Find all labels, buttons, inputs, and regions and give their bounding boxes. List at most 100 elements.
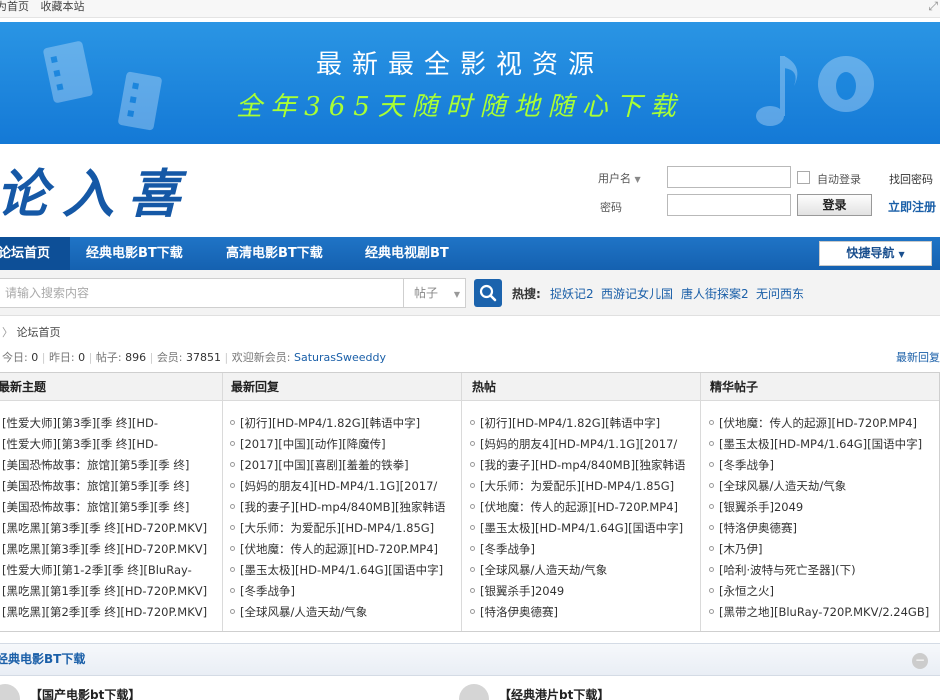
nav-tab-forum-home[interactable]: 论坛首页	[0, 237, 70, 270]
list-item[interactable]: [墨玉太极][HD-MP4/1.64G][国语中字]	[470, 518, 698, 539]
quick-nav-button[interactable]: 快捷导航 ▼	[819, 241, 932, 266]
search-input[interactable]: 请输入搜索内容	[0, 278, 404, 308]
list-item[interactable]: [冬季战争]	[230, 581, 458, 602]
list-item[interactable]: [我的妻子][HD-mp4/840MB][独家韩语	[230, 497, 458, 518]
list-item[interactable]: [黑吃黑][第3季][季 终][HD-720P.MKV]	[2, 539, 220, 560]
list-item[interactable]: [银翼杀手]2049	[709, 497, 937, 518]
search-button[interactable]	[474, 279, 502, 307]
portal-block: 最新主题 最新回复 热帖 精华帖子 [性爱大师][第3季][季 终][HD- […	[0, 372, 940, 632]
forum-icon[interactable]	[0, 684, 20, 700]
list-item[interactable]: [大乐师：为爱配乐][HD-MP4/1.85G]	[230, 518, 458, 539]
find-password-link[interactable]: 找回密码	[889, 171, 933, 187]
chevron-down-icon: ▼	[898, 250, 905, 259]
auto-login-checkbox[interactable]	[797, 171, 810, 184]
list-item[interactable]: [全球风暴/人造天劫/气象	[709, 476, 937, 497]
auto-login-label[interactable]: 自动登录	[817, 171, 861, 187]
list-item[interactable]: [永恒之火]	[709, 581, 937, 602]
username-label[interactable]: 用户名 ▼	[598, 170, 641, 186]
set-home-link[interactable]: 为首页	[0, 0, 29, 13]
chevron-right-icon: 〉	[2, 326, 13, 339]
top-links: 为首页 收藏本站	[0, 0, 93, 14]
list-item[interactable]: [伏地魔：传人的起源][HD-720P.MP4]	[709, 413, 937, 434]
list-item[interactable]: [初行][HD-MP4/1.82G][韩语中字]	[230, 413, 458, 434]
list-item[interactable]: [木乃伊]	[709, 539, 937, 560]
latest-reply-link[interactable]: 最新回复	[896, 349, 940, 365]
hot-search-term[interactable]: 唐人街探案2	[681, 285, 749, 302]
login-button[interactable]: 登录	[797, 194, 872, 216]
nav-tab-classic-tv[interactable]: 经典电视剧BT	[365, 237, 449, 270]
list-item[interactable]: [特洛伊奥德赛]	[709, 518, 937, 539]
list-item[interactable]: [黑吃黑][第1季][季 终][HD-720P.MKV]	[2, 581, 220, 602]
list-item[interactable]: [墨玉太极][HD-MP4/1.64G][国语中字]	[230, 560, 458, 581]
expand-icon[interactable]: ⤢	[928, 0, 938, 12]
list-item[interactable]: [墨玉太极][HD-MP4/1.64G][国语中字]	[709, 434, 937, 455]
latest-topics-list: [性爱大师][第3季][季 终][HD- [性爱大师][第3季][季 终][HD…	[2, 413, 220, 623]
column-divider	[700, 373, 701, 631]
hot-search-term[interactable]: 捉妖记2	[550, 285, 594, 302]
search-icon	[479, 284, 497, 302]
main-nav: 论坛首页 经典电影BT下载 高清电影BT下载 经典电视剧BT	[0, 237, 940, 270]
list-item[interactable]: [妈妈的朋友4][HD-MP4/1.1G][2017/	[230, 476, 458, 497]
forum-link-hk-movies[interactable]: 【经典港片bt下载】	[499, 686, 609, 700]
password-label: 密码	[600, 201, 622, 214]
list-item[interactable]: [伏地魔：传人的起源][HD-720P.MP4]	[470, 497, 698, 518]
bookmark-link[interactable]: 收藏本站	[41, 0, 85, 13]
list-item[interactable]: [2017][中国][动作][降魔传]	[230, 434, 458, 455]
list-item[interactable]: [我的妻子][HD-mp4/840MB][独家韩语	[470, 455, 698, 476]
new-member-link[interactable]: SaturasSweeddy	[294, 351, 386, 364]
list-item[interactable]: [冬季战争]	[470, 539, 698, 560]
list-item[interactable]: [性爱大师][第3季][季 终][HD-	[2, 434, 220, 455]
nav-tab-hd-movies[interactable]: 高清电影BT下载	[226, 237, 323, 270]
list-item[interactable]: [美国恐怖故事：旅馆][第5季][季 终]	[2, 476, 220, 497]
username-input[interactable]	[667, 166, 791, 188]
search-type-select[interactable]: 帖子 ▼	[404, 278, 466, 308]
list-item[interactable]: [黑吃黑][第3季][季 终][HD-720P.MKV]	[2, 518, 220, 539]
list-item[interactable]: [初行][HD-MP4/1.82G][韩语中字]	[470, 413, 698, 434]
list-item[interactable]: [冬季战争]	[709, 455, 937, 476]
list-item[interactable]: [全球风暴/人造天劫/气象	[470, 560, 698, 581]
hot-search-label: 热搜:	[512, 287, 541, 301]
forum-icon[interactable]	[459, 684, 489, 700]
list-item[interactable]: [哈利·波特与死亡圣器](下)	[709, 560, 937, 581]
hot-search-term[interactable]: 西游记女儿国	[601, 285, 673, 302]
list-item[interactable]: [2017][中国][喜剧][羞羞的铁拳]	[230, 455, 458, 476]
banner-subheadline: 全年365天随时随地随心下载	[236, 92, 684, 122]
list-item[interactable]: [性爱大师][第3季][季 终][HD-	[2, 413, 220, 434]
column-header-featured-posts: 精华帖子	[701, 373, 939, 401]
top-bar: 为首页 收藏本站 ⤢	[0, 0, 940, 18]
breadcrumb-home-link[interactable]: 论坛首页	[17, 326, 61, 339]
password-input[interactable]	[667, 194, 791, 216]
list-item[interactable]: [银翼杀手]2049	[470, 581, 698, 602]
column-header-hot-posts: 热帖	[462, 373, 700, 401]
nav-tab-classic-movies[interactable]: 经典电影BT下载	[86, 237, 183, 270]
list-item[interactable]: [美国恐怖故事：旅馆][第5季][季 终]	[2, 497, 220, 518]
banner-headline: 最新最全影视资源	[315, 50, 604, 80]
category-title[interactable]: 经典电影BT下载	[0, 644, 85, 675]
column-divider	[461, 373, 462, 631]
collapse-icon[interactable]: −	[912, 653, 928, 669]
chevron-down-icon: ▼	[634, 175, 641, 184]
column-header-latest-topics: 最新主题	[0, 373, 222, 401]
column-divider	[222, 373, 223, 631]
list-item[interactable]: [性爱大师][第1-2季][季 终][BluRay-	[2, 560, 220, 581]
forum-link-domestic-movies[interactable]: 【国产电影bt下载】	[30, 686, 140, 700]
chevron-down-icon: ▼	[453, 290, 460, 299]
list-item[interactable]: [伏地魔：传人的起源][HD-720P.MP4]	[230, 539, 458, 560]
list-item[interactable]: [特洛伊奥德赛]	[470, 602, 698, 623]
list-item[interactable]: [大乐师：为爱配乐][HD-MP4/1.85G]	[470, 476, 698, 497]
list-item[interactable]: [妈妈的朋友4][HD-MP4/1.1G][2017/	[470, 434, 698, 455]
column-header-latest-replies: 最新回复	[223, 373, 461, 401]
category-header: 经典电影BT下载 −	[0, 643, 940, 676]
breadcrumb: 〉 论坛首页	[2, 324, 61, 340]
hot-search-term[interactable]: 无问西东	[756, 285, 804, 302]
register-link[interactable]: 立即注册	[888, 198, 936, 215]
list-item[interactable]: [美国恐怖故事：旅馆][第5季][季 终]	[2, 455, 220, 476]
site-logo[interactable]: 论入喜	[0, 152, 194, 227]
featured-posts-list: [伏地魔：传人的起源][HD-720P.MP4] [墨玉太极][HD-MP4/1…	[709, 413, 937, 623]
hot-posts-list: [初行][HD-MP4/1.82G][韩语中字] [妈妈的朋友4][HD-MP4…	[470, 413, 698, 623]
latest-replies-list: [初行][HD-MP4/1.82G][韩语中字] [2017][中国][动作][…	[230, 413, 458, 623]
list-item[interactable]: [全球风暴/人造天劫/气象	[230, 602, 458, 623]
forum-stats: 今日: 0 | 昨日: 0 | 帖子: 896 | 会员: 37851 | 欢迎…	[2, 351, 386, 364]
list-item[interactable]: [黑吃黑][第2季][季 终][HD-720P.MKV]	[2, 602, 220, 623]
list-item[interactable]: [黑带之地][BluRay-720P.MKV/2.24GB]	[709, 602, 937, 623]
